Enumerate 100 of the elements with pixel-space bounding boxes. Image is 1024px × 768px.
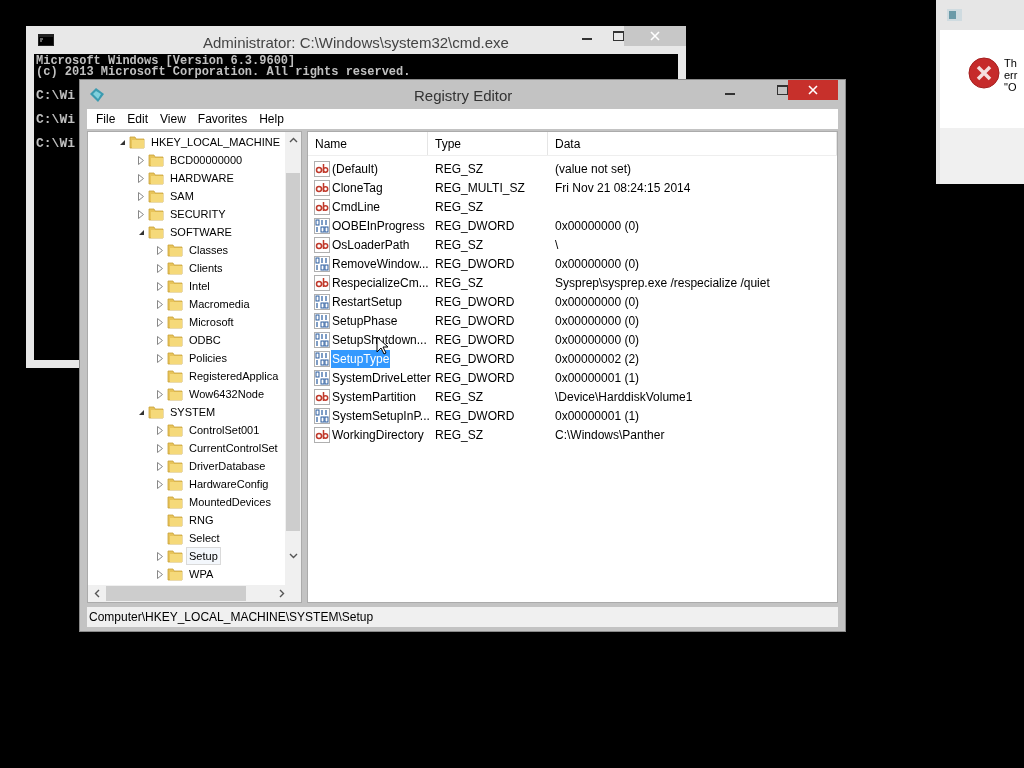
tree-item[interactable]: Wow6432Node: [186, 385, 267, 403]
expand-arrow-icon[interactable]: [138, 191, 144, 201]
window-icon: [947, 9, 962, 21]
tree-item[interactable]: Setup: [186, 547, 221, 565]
value-name[interactable]: CloneTag: [331, 178, 384, 197]
tree-item[interactable]: MountedDevices: [186, 493, 274, 511]
expand-arrow-icon[interactable]: [157, 461, 163, 471]
expand-arrow-icon[interactable]: [157, 443, 163, 453]
tree-item[interactable]: SAM: [167, 187, 197, 205]
value-name[interactable]: SystemSetupInP...: [331, 406, 431, 425]
collapse-arrow-icon[interactable]: [118, 138, 126, 146]
folder-icon: [167, 350, 183, 366]
tree-item[interactable]: WPA: [186, 565, 217, 583]
collapse-arrow-icon[interactable]: [137, 228, 145, 236]
folder-icon: [148, 170, 164, 186]
scroll-up-icon[interactable]: [288, 137, 298, 143]
horizontal-scrollbar[interactable]: [88, 585, 301, 602]
string-value-icon: [314, 426, 330, 443]
folder-icon: [167, 368, 183, 384]
tree-item[interactable]: CurrentControlSet: [186, 439, 281, 457]
minimize-icon[interactable]: [725, 93, 735, 96]
value-type: REG_DWORD: [434, 293, 516, 311]
column-header[interactable]: Name: [308, 132, 428, 155]
value-name[interactable]: WorkingDirectory: [331, 425, 425, 444]
menu-item[interactable]: Help: [253, 110, 290, 128]
expand-arrow-icon[interactable]: [157, 479, 163, 489]
string-value-icon: [314, 274, 330, 291]
tree-item[interactable]: Select: [186, 529, 223, 547]
value-name[interactable]: CmdLine: [331, 197, 382, 216]
vertical-scrollbar[interactable]: [285, 132, 301, 585]
tree-item[interactable]: Policies: [186, 349, 230, 367]
scrollbar-thumb[interactable]: [286, 173, 300, 531]
folder-icon: [129, 134, 145, 150]
value-data: 0x00000000 (0): [554, 217, 640, 235]
menu-item[interactable]: Edit: [121, 110, 155, 128]
tree-item[interactable]: ODBC: [186, 331, 224, 349]
console-line: (c) 2013 Microsoft Corporation. All rights reserved.: [36, 67, 411, 78]
tree-item[interactable]: BCD00000000: [167, 151, 246, 169]
expand-arrow-icon[interactable]: [157, 551, 163, 561]
menu-item[interactable]: File: [90, 110, 122, 128]
value-data: 0x00000000 (0): [554, 312, 640, 330]
menu-item[interactable]: View: [154, 110, 192, 128]
value-name[interactable]: RestartSetup: [331, 292, 404, 311]
menu-item[interactable]: Favorites: [191, 110, 254, 128]
scroll-right-icon[interactable]: [279, 589, 285, 598]
folder-icon: [167, 530, 183, 546]
expand-arrow-icon[interactable]: [157, 425, 163, 435]
expand-arrow-icon[interactable]: [157, 317, 163, 327]
value-type: REG_SZ: [434, 198, 484, 216]
tree-item[interactable]: RegisteredApplica: [186, 367, 282, 385]
tree-item[interactable]: HKEY_LOCAL_MACHINE: [148, 133, 283, 151]
tree-item[interactable]: DriverDatabase: [186, 457, 269, 475]
minimize-icon[interactable]: [582, 38, 592, 41]
value-name[interactable]: OsLoaderPath: [331, 235, 411, 254]
tree-item[interactable]: SOFTWARE: [167, 223, 235, 241]
value-name[interactable]: SetupPhase: [331, 311, 399, 330]
column-header[interactable]: Type: [428, 132, 548, 155]
expand-arrow-icon[interactable]: [138, 209, 144, 219]
folder-icon: [167, 440, 183, 456]
binary-value-icon: [314, 331, 330, 348]
expand-arrow-icon[interactable]: [157, 335, 163, 345]
value-name[interactable]: SystemPartition: [331, 387, 418, 406]
expand-arrow-icon[interactable]: [157, 299, 163, 309]
expand-arrow-icon[interactable]: [157, 389, 163, 399]
tree-item[interactable]: Clients: [186, 259, 226, 277]
tree-item[interactable]: ControlSet001: [186, 421, 263, 439]
tree-item[interactable]: Intel: [186, 277, 213, 295]
scrollbar-thumb[interactable]: [106, 586, 246, 601]
expand-arrow-icon[interactable]: [157, 263, 163, 273]
binary-value-icon: [314, 312, 330, 329]
value-name[interactable]: OOBEInProgress: [331, 216, 426, 235]
collapse-arrow-icon[interactable]: [137, 408, 145, 416]
value-name[interactable]: RemoveWindow...: [331, 254, 430, 273]
value-name[interactable]: (Default): [331, 159, 379, 178]
value-type: REG_DWORD: [434, 350, 516, 368]
value-data: \: [554, 236, 559, 254]
scroll-down-icon[interactable]: [288, 553, 298, 559]
expand-arrow-icon[interactable]: [157, 353, 163, 363]
value-name[interactable]: SystemDriveLetter: [331, 368, 432, 387]
tree-item[interactable]: Microsoft: [186, 313, 237, 331]
dialog-message: Th: [1004, 57, 1018, 69]
value-name[interactable]: RespecializeCm...: [331, 273, 430, 292]
expand-arrow-icon[interactable]: [138, 155, 144, 165]
tree-item[interactable]: Macromedia: [186, 295, 253, 313]
tree-item[interactable]: RNG: [186, 511, 217, 529]
column-header[interactable]: Data: [548, 132, 837, 155]
maximize-icon[interactable]: [613, 31, 624, 41]
tree-item[interactable]: SECURITY: [167, 205, 229, 223]
maximize-icon[interactable]: [777, 85, 788, 95]
tree-item[interactable]: HardwareConfig: [186, 475, 272, 493]
expand-arrow-icon[interactable]: [157, 569, 163, 579]
tree-item[interactable]: Classes: [186, 241, 232, 259]
folder-icon: [167, 548, 183, 564]
tree-item[interactable]: HARDWARE: [167, 169, 237, 187]
expand-arrow-icon[interactable]: [157, 281, 163, 291]
expand-arrow-icon[interactable]: [138, 173, 144, 183]
tree-item[interactable]: SYSTEM: [167, 403, 219, 421]
window-title: Registry Editor: [414, 86, 513, 106]
expand-arrow-icon[interactable]: [157, 245, 163, 255]
scroll-left-icon[interactable]: [94, 589, 100, 598]
